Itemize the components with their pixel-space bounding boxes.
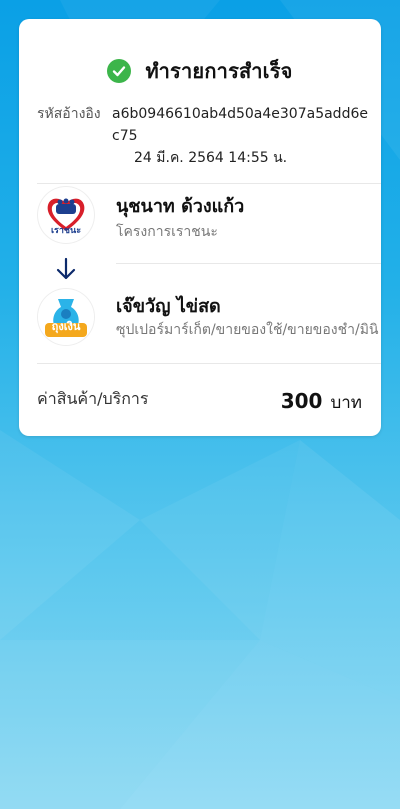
divider [37,363,381,364]
reference-value: a6b0946610ab4d50a4e307a5add6ec75 [112,106,368,144]
amount: 300 บาท [281,389,362,416]
amount-label: ค่าสินค้า/บริการ [37,389,149,408]
receiver-avatar: ถุงเงิน [38,289,94,345]
transaction-card: ทำรายการสำเร็จ รหัสอ้างอิง a6b0946610ab4… [19,19,381,436]
success-header: ทำรายการสำเร็จ [19,55,381,87]
sender-name: นุชนาท ด้วงแก้ว [116,196,245,217]
reference-label: รหัสอ้างอิง [37,106,101,122]
amount-value: 300 [280,389,323,413]
sender-logo-text: เราชนะ [50,226,82,236]
receiver-name: เจ๊ขวัญ ไข่สด [116,296,221,317]
arrow-down-icon [56,257,76,280]
receiver-logo-text: ถุงเงิน [51,320,81,333]
transaction-datetime: 24 มี.ค. 2564 14:55 น. [134,150,288,166]
receiver-subtitle: ซุปเปอร์มาร์เก็ต/ขายของใช้/ขายของชำ/มินิ [116,322,379,338]
sender-subtitle: โครงการเราชนะ [116,224,218,240]
check-circle-icon [107,59,132,83]
sender-avatar: เราชนะ [38,187,94,243]
divider [116,263,381,264]
divider [37,183,381,184]
amount-currency: บาท [330,393,362,413]
page-title: ทำรายการสำเร็จ [145,59,293,83]
